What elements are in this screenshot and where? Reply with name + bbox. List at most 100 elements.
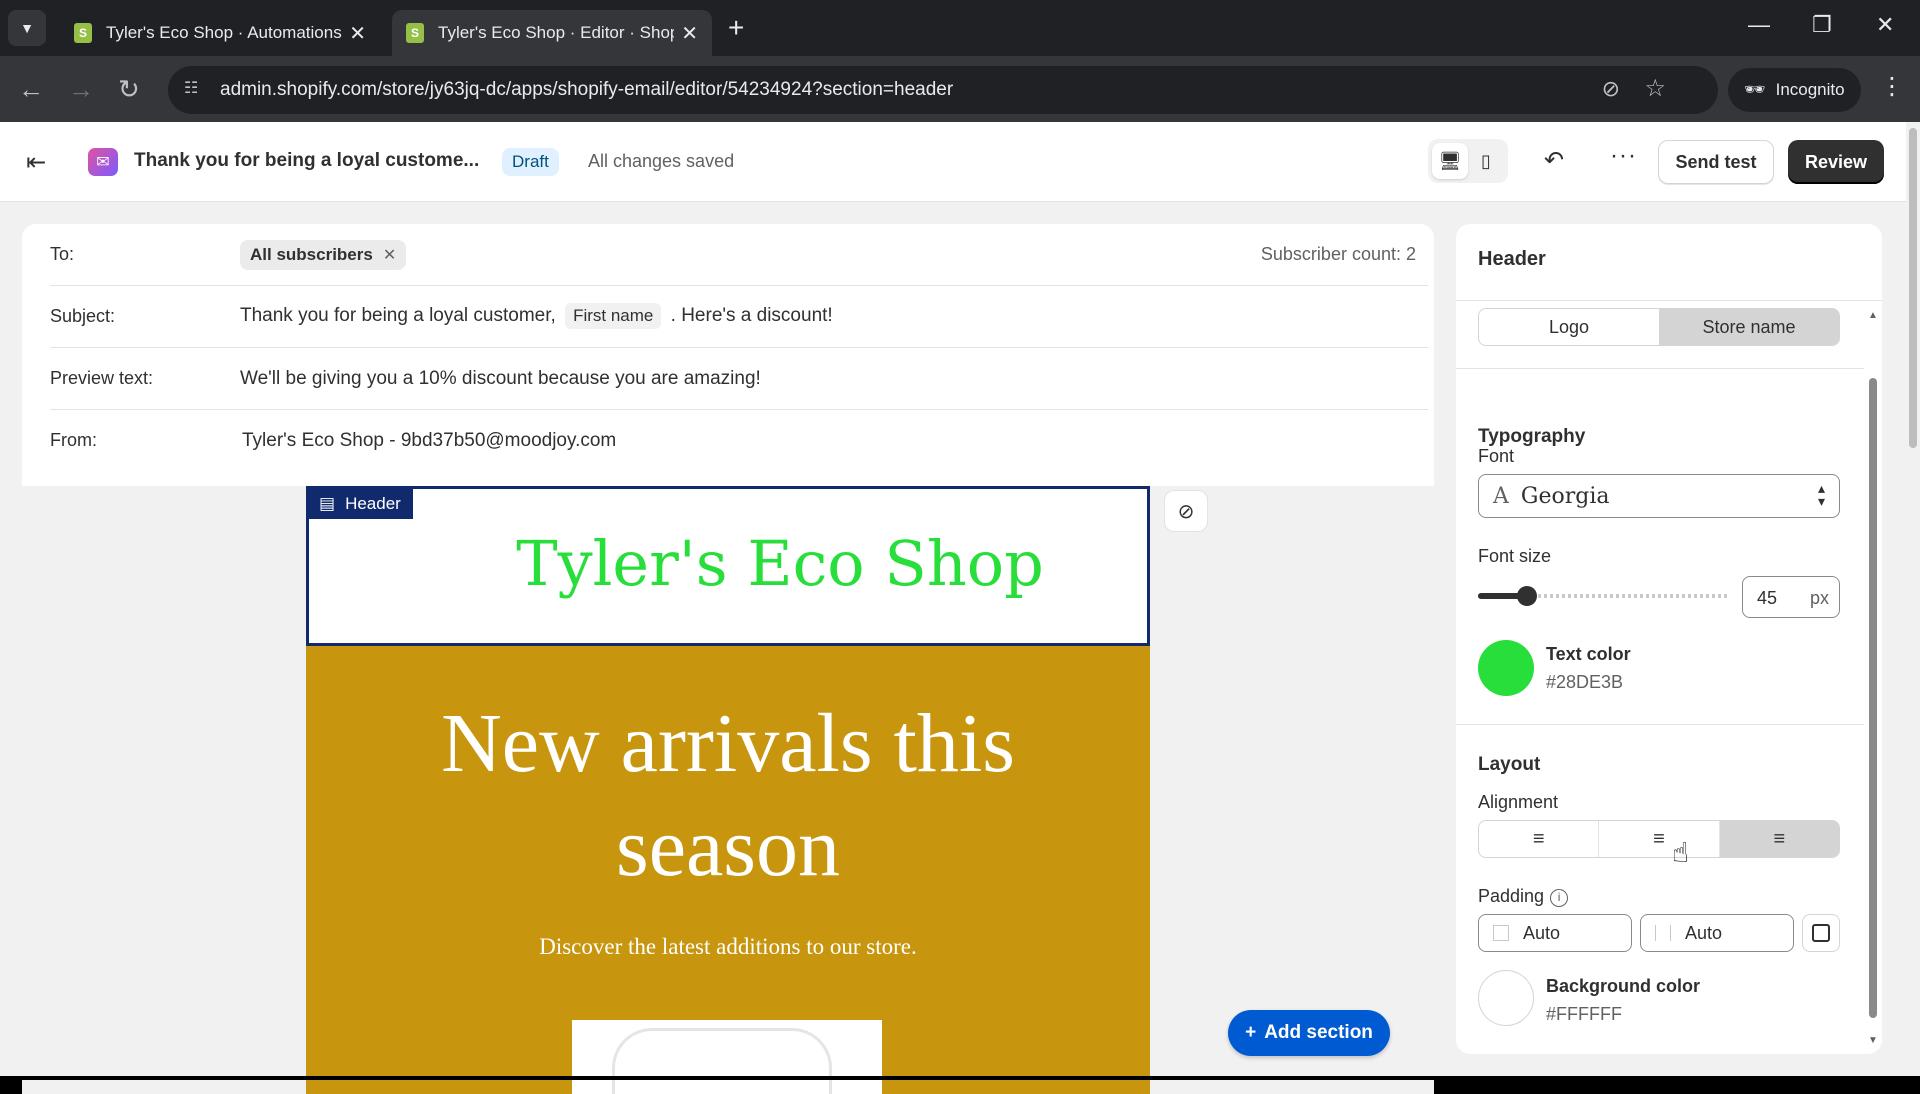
background-color-swatch[interactable] [1478,970,1534,1026]
padding-vertical-input[interactable]: Auto [1640,914,1794,952]
browser-tab-bar: ▼ S Tyler's Eco Shop · Automations ✕ S T… [0,0,1920,56]
header-section-tag-label: Header [345,494,401,513]
subject-text-end: . Here's a discount! [670,305,833,326]
background-color-value[interactable]: #FFFFFF [1546,1004,1622,1025]
subject-row[interactable]: Subject: Thank you for being a loyal cus… [50,286,1428,348]
mouse-pointer-icon: ☝ [1672,837,1690,868]
email-editor-card: To: All subscribers ✕ Subscriber count: … [22,224,1434,1094]
shopify-email-editor: ⇤ ✉ Thank you for being a loyal custome.… [0,122,1906,1094]
text-color-label: Text color [1546,644,1631,664]
address-bar[interactable]: ☷ admin.shopify.com/store/jy63jq-dc/apps… [168,66,1718,114]
tab-title: Tyler's Eco Shop · Editor · Shopify [438,23,674,42]
subject-text-start: Thank you for being a loyal customer, [240,305,556,326]
back-icon[interactable]: ← [18,74,44,104]
mobile-icon[interactable]: ▯ [1468,143,1504,179]
browser-tab-editor[interactable]: S Tyler's Eco Shop · Editor · Shopify ✕ [392,10,712,56]
hero-section[interactable]: New arrivals this season Discover the la… [306,646,1150,1094]
shopify-email-app-icon: ✉ [88,148,118,176]
save-state: All changes saved [588,151,735,171]
editor-top-bar: ⇤ ✉ Thank you for being a loyal custome.… [0,122,1906,202]
font-select[interactable]: A Georgia ▴ ▾ [1478,474,1840,518]
preview-device-toggle: 🖥 ▯ [1428,139,1508,183]
font-label: Font [1478,446,1515,466]
alignment-label: Alignment [1478,792,1559,812]
recipient-chip-label: All subscribers [250,245,373,264]
first-name-variable[interactable]: First name [565,303,662,329]
panel-scrollbar[interactable]: ▲ ▼ [1866,306,1880,1046]
url-text[interactable]: admin.shopify.com/store/jy63jq-dc/apps/s… [220,79,953,101]
align-center-icon[interactable]: ≡ [1599,821,1720,857]
email-title[interactable]: Thank you for being a loyal custome... [134,150,479,172]
font-size-input[interactable]: 45 px [1742,576,1840,618]
exit-icon[interactable]: ⇤ [26,148,46,177]
alignment-toggle: ≡ ≡ ≡ [1478,820,1840,858]
remove-recipient-icon[interactable]: ✕ [383,245,396,265]
scroll-down-icon[interactable]: ▼ [1868,1035,1878,1046]
padding-label-text: Padding [1478,886,1545,906]
text-color-swatch[interactable] [1478,640,1534,696]
font-size-slider[interactable] [1478,586,1728,606]
incognito-indicator[interactable]: 🕶 Incognito [1728,68,1861,112]
tab-title: Tyler's Eco Shop · Automations [106,23,342,42]
subscriber-count: Subscriber count: 2 [1260,244,1416,264]
padding-horizontal-input[interactable]: Auto [1478,914,1632,952]
from-field[interactable]: Tyler's Eco Shop - 9bd37b50@moodjoy.com [242,430,616,452]
close-tab-icon[interactable]: ✕ [681,21,698,46]
typography-heading: Typography [1478,426,1586,447]
recipient-chip[interactable]: All subscribers ✕ [240,240,407,270]
desktop-icon[interactable]: 🖥 [1432,143,1468,179]
layout-heading: Layout [1478,754,1541,775]
text-color-value[interactable]: #28DE3B [1546,672,1623,693]
page-scroll-thumb[interactable] [1909,128,1917,448]
reload-icon[interactable]: ↻ [118,74,140,104]
preview-text-row[interactable]: Preview text: We'll be giving you a 10% … [50,348,1428,410]
send-test-button[interactable]: Send test [1658,140,1774,184]
shopify-favicon-icon: S [406,23,424,43]
hero-title: New arrivals this season [441,697,1015,894]
slider-handle[interactable] [1517,586,1537,606]
new-tab-icon[interactable]: + [728,12,744,44]
email-meta-fields: To: All subscribers ✕ Subscriber count: … [22,224,1434,484]
more-actions-icon[interactable]: ··· [1610,142,1637,170]
browser-tab-automations[interactable]: S Tyler's Eco Shop · Automations ✕ [60,10,380,56]
restore-icon[interactable]: ❐ [1812,12,1832,38]
padding-individual-toggle-icon[interactable] [1802,914,1840,952]
font-size-unit: px [1809,588,1829,608]
logo-option[interactable]: Logo [1479,309,1659,345]
close-window-icon[interactable]: ✕ [1876,12,1894,38]
store-name-option[interactable]: Store name [1659,309,1839,345]
subject-field[interactable]: Thank you for being a loyal customer, Fi… [240,303,833,329]
incognito-icon: 🕶 [1744,80,1766,99]
header-type-toggle: Logo Store name [1478,308,1840,346]
info-icon[interactable]: i [1550,889,1569,907]
panel-title: Header [1478,248,1546,270]
align-right-icon[interactable]: ≡ [1719,821,1839,857]
browser-menu-icon[interactable]: ⋮ [1880,72,1904,101]
status-badge: Draft [502,148,559,176]
bookmark-star-icon[interactable]: ☆ [1644,74,1666,103]
review-button[interactable]: Review [1788,140,1884,184]
hero-subtitle: Discover the latest additions to our sto… [539,934,917,959]
undo-icon[interactable]: ↶ [1544,146,1564,175]
select-chevron-icon: ▴ ▾ [1817,481,1825,510]
padding-horizontal-icon [1493,925,1509,941]
hide-section-icon[interactable]: ⊘ [1164,490,1208,532]
forward-icon[interactable]: → [68,74,94,104]
add-section-button[interactable]: + Add section [1228,1010,1390,1056]
from-row[interactable]: From: Tyler's Eco Shop - 9bd37b50@moodjo… [50,410,1428,472]
page-scrollbar[interactable] [1906,122,1920,1080]
site-info-icon[interactable]: ☷ [184,78,206,100]
scroll-up-icon[interactable]: ▲ [1868,310,1878,321]
padding-vertical-value: Auto [1685,922,1723,943]
email-canvas: ▤ Header Tyler's Eco Shop New arrivals t… [22,486,1434,1094]
panel-scroll-thumb[interactable] [1869,378,1877,1018]
header-section[interactable]: ▤ Header Tyler's Eco Shop [306,486,1150,646]
close-tab-icon[interactable]: ✕ [349,21,366,46]
minimize-icon[interactable]: — [1748,12,1770,38]
align-left-icon[interactable]: ≡ [1479,821,1600,857]
eye-off-icon[interactable]: ⊘ [1602,76,1620,102]
preview-text-field[interactable]: We'll be giving you a 10% discount becau… [240,368,761,390]
padding-horizontal-value: Auto [1523,922,1561,943]
tab-search-button[interactable]: ▼ [8,10,46,46]
from-label: From: [50,430,97,450]
